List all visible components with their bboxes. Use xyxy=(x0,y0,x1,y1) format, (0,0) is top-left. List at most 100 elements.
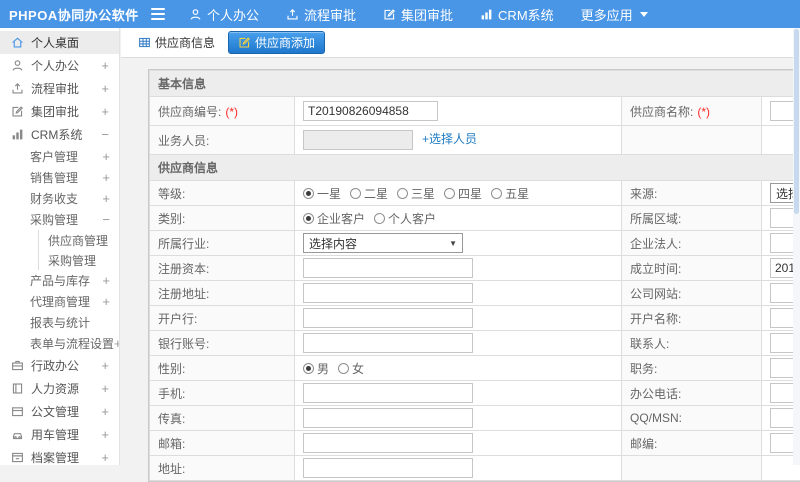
chart-icon xyxy=(480,8,493,21)
nav-item-label: CRM系统 xyxy=(498,5,554,24)
sidebar-subitem[interactable]: 报表与统计 xyxy=(0,312,119,333)
form-label: 类别: xyxy=(150,206,295,231)
sidebar-subitem-label: 财务收支 xyxy=(30,190,102,207)
form-label-text: 银行账号: xyxy=(158,337,209,351)
radio-option[interactable]: 四星 xyxy=(444,185,482,202)
expand-toggle-icon[interactable]: − xyxy=(101,127,109,142)
form-label-text: 来源: xyxy=(630,187,657,201)
form-label: 注册地址: xyxy=(150,281,295,306)
radio-option[interactable]: 男 xyxy=(303,360,329,377)
text-input[interactable] xyxy=(303,433,473,453)
sidebar-item-label: 人力资源 xyxy=(31,380,101,397)
top-nav-item[interactable]: 集团审批 xyxy=(383,5,453,24)
sidebar-subitem-label: 采购管理 xyxy=(30,211,102,228)
expand-toggle-icon[interactable]: + xyxy=(101,58,109,73)
radio-label: 个人客户 xyxy=(388,210,436,227)
expand-toggle-icon[interactable]: + xyxy=(101,404,109,419)
radio-option[interactable]: 个人客户 xyxy=(374,210,436,227)
form-label-text: 开户行: xyxy=(158,312,197,326)
radio-option[interactable]: 女 xyxy=(338,360,364,377)
sidebar-item[interactable]: CRM系统− xyxy=(0,123,119,146)
expand-toggle-icon[interactable]: + xyxy=(101,427,109,442)
text-input[interactable] xyxy=(303,258,473,278)
expand-toggle-icon[interactable]: + xyxy=(101,358,109,373)
text-input[interactable] xyxy=(303,408,473,428)
car-icon xyxy=(11,428,24,441)
form-label: 职务: xyxy=(622,356,762,381)
sidebar-item[interactable]: 个人办公+ xyxy=(0,54,119,77)
form-field xyxy=(295,431,622,456)
expand-toggle-icon[interactable]: + xyxy=(102,273,110,288)
form-label-text: 等级: xyxy=(158,187,185,201)
sidebar-item[interactable]: 流程审批+ xyxy=(0,77,119,100)
sidebar-subitem[interactable]: 财务收支+ xyxy=(0,188,119,209)
radio-option[interactable]: 二星 xyxy=(350,185,388,202)
book-icon xyxy=(11,382,24,395)
menu-toggle-icon[interactable] xyxy=(151,8,165,20)
text-input[interactable] xyxy=(303,383,473,403)
radio-option[interactable]: 五星 xyxy=(491,185,529,202)
sidebar-subsubitem[interactable]: 供应商管理 xyxy=(39,230,119,250)
form-row: 地址: xyxy=(150,456,800,481)
vertical-scrollbar[interactable] xyxy=(793,28,800,465)
sidebar-item[interactable]: 人力资源+ xyxy=(0,377,119,400)
expand-toggle-icon[interactable]: + xyxy=(114,336,120,351)
form-label: 传真: xyxy=(150,406,295,431)
text-input[interactable] xyxy=(303,130,413,150)
sidebar-subitem[interactable]: 采购管理− xyxy=(0,209,119,230)
sidebar-item[interactable]: 行政办公+ xyxy=(0,354,119,377)
sidebar-subitem[interactable]: 客户管理+ xyxy=(0,146,119,167)
expand-toggle-icon[interactable]: + xyxy=(102,170,110,185)
sidebar-item-label: 个人办公 xyxy=(31,57,101,74)
form-label-text: 职务: xyxy=(630,362,657,376)
sidebar-subitem[interactable]: 代理商管理+ xyxy=(0,291,119,312)
expand-toggle-icon[interactable]: + xyxy=(102,294,110,309)
sidebar-item[interactable]: 个人桌面 xyxy=(0,31,119,54)
sidebar-subsubitem[interactable]: 采购管理 xyxy=(39,250,119,270)
text-input[interactable] xyxy=(303,308,473,328)
sidebar-item[interactable]: 集团审批+ xyxy=(0,100,119,123)
form-row: 开户行: 开户名称: xyxy=(150,306,800,331)
tab-supplier-add[interactable]: 供应商添加 xyxy=(228,31,325,54)
expand-toggle-icon[interactable]: + xyxy=(101,104,109,119)
sidebar-subtree: 供应商管理采购管理 xyxy=(38,230,119,270)
top-nav-item[interactable]: CRM系统 xyxy=(480,5,554,24)
select-person-link[interactable]: +选择人员 xyxy=(422,132,477,146)
scrollbar-thumb[interactable] xyxy=(794,29,799,214)
select-input[interactable]: 选择内容▼ xyxy=(303,233,463,253)
radio-label: 三星 xyxy=(411,185,435,202)
text-input[interactable] xyxy=(303,333,473,353)
top-nav-item[interactable]: 流程审批 xyxy=(286,5,356,24)
sidebar-item[interactable]: 公文管理+ xyxy=(0,400,119,423)
tab-label: 供应商信息 xyxy=(155,34,215,51)
form-label: 企业法人: xyxy=(622,231,762,256)
expand-toggle-icon[interactable]: − xyxy=(102,212,110,227)
form-field: 选择内容▼ xyxy=(295,231,622,256)
expand-toggle-icon[interactable]: + xyxy=(101,81,109,96)
form-row: 业务人员:+选择人员 xyxy=(150,126,800,155)
text-input[interactable] xyxy=(303,458,473,478)
radio-option[interactable]: 企业客户 xyxy=(303,210,365,227)
expand-toggle-icon[interactable]: + xyxy=(101,450,109,465)
expand-toggle-icon[interactable]: + xyxy=(102,191,110,206)
top-nav-item[interactable]: 个人办公 xyxy=(189,5,259,24)
sidebar-subitem-label: 报表与统计 xyxy=(30,314,110,331)
top-nav-item[interactable]: 更多应用 xyxy=(581,5,648,24)
tab-supplier-info[interactable]: 供应商信息 xyxy=(134,32,219,53)
form-label: 办公电话: xyxy=(622,381,762,406)
text-input[interactable] xyxy=(303,283,473,303)
top-nav: 个人办公 流程审批 集团审批 CRM系统 更多应用 xyxy=(189,5,648,24)
radio-option[interactable]: 一星 xyxy=(303,185,341,202)
sidebar-subitem[interactable]: 销售管理+ xyxy=(0,167,119,188)
form-row: 注册资本:成立时间: xyxy=(150,256,800,281)
form-row: 传真:QQ/MSN: xyxy=(150,406,800,431)
sidebar-subitem[interactable]: 表单与流程设置+ xyxy=(0,333,119,354)
form-label: 开户名称: xyxy=(622,306,762,331)
sidebar-item[interactable]: 档案管理+ xyxy=(0,446,119,465)
expand-toggle-icon[interactable]: + xyxy=(101,381,109,396)
sidebar-subitem[interactable]: 产品与库存+ xyxy=(0,270,119,291)
expand-toggle-icon[interactable]: + xyxy=(102,149,110,164)
sidebar-item[interactable]: 用车管理+ xyxy=(0,423,119,446)
radio-option[interactable]: 三星 xyxy=(397,185,435,202)
text-input[interactable] xyxy=(303,101,438,121)
